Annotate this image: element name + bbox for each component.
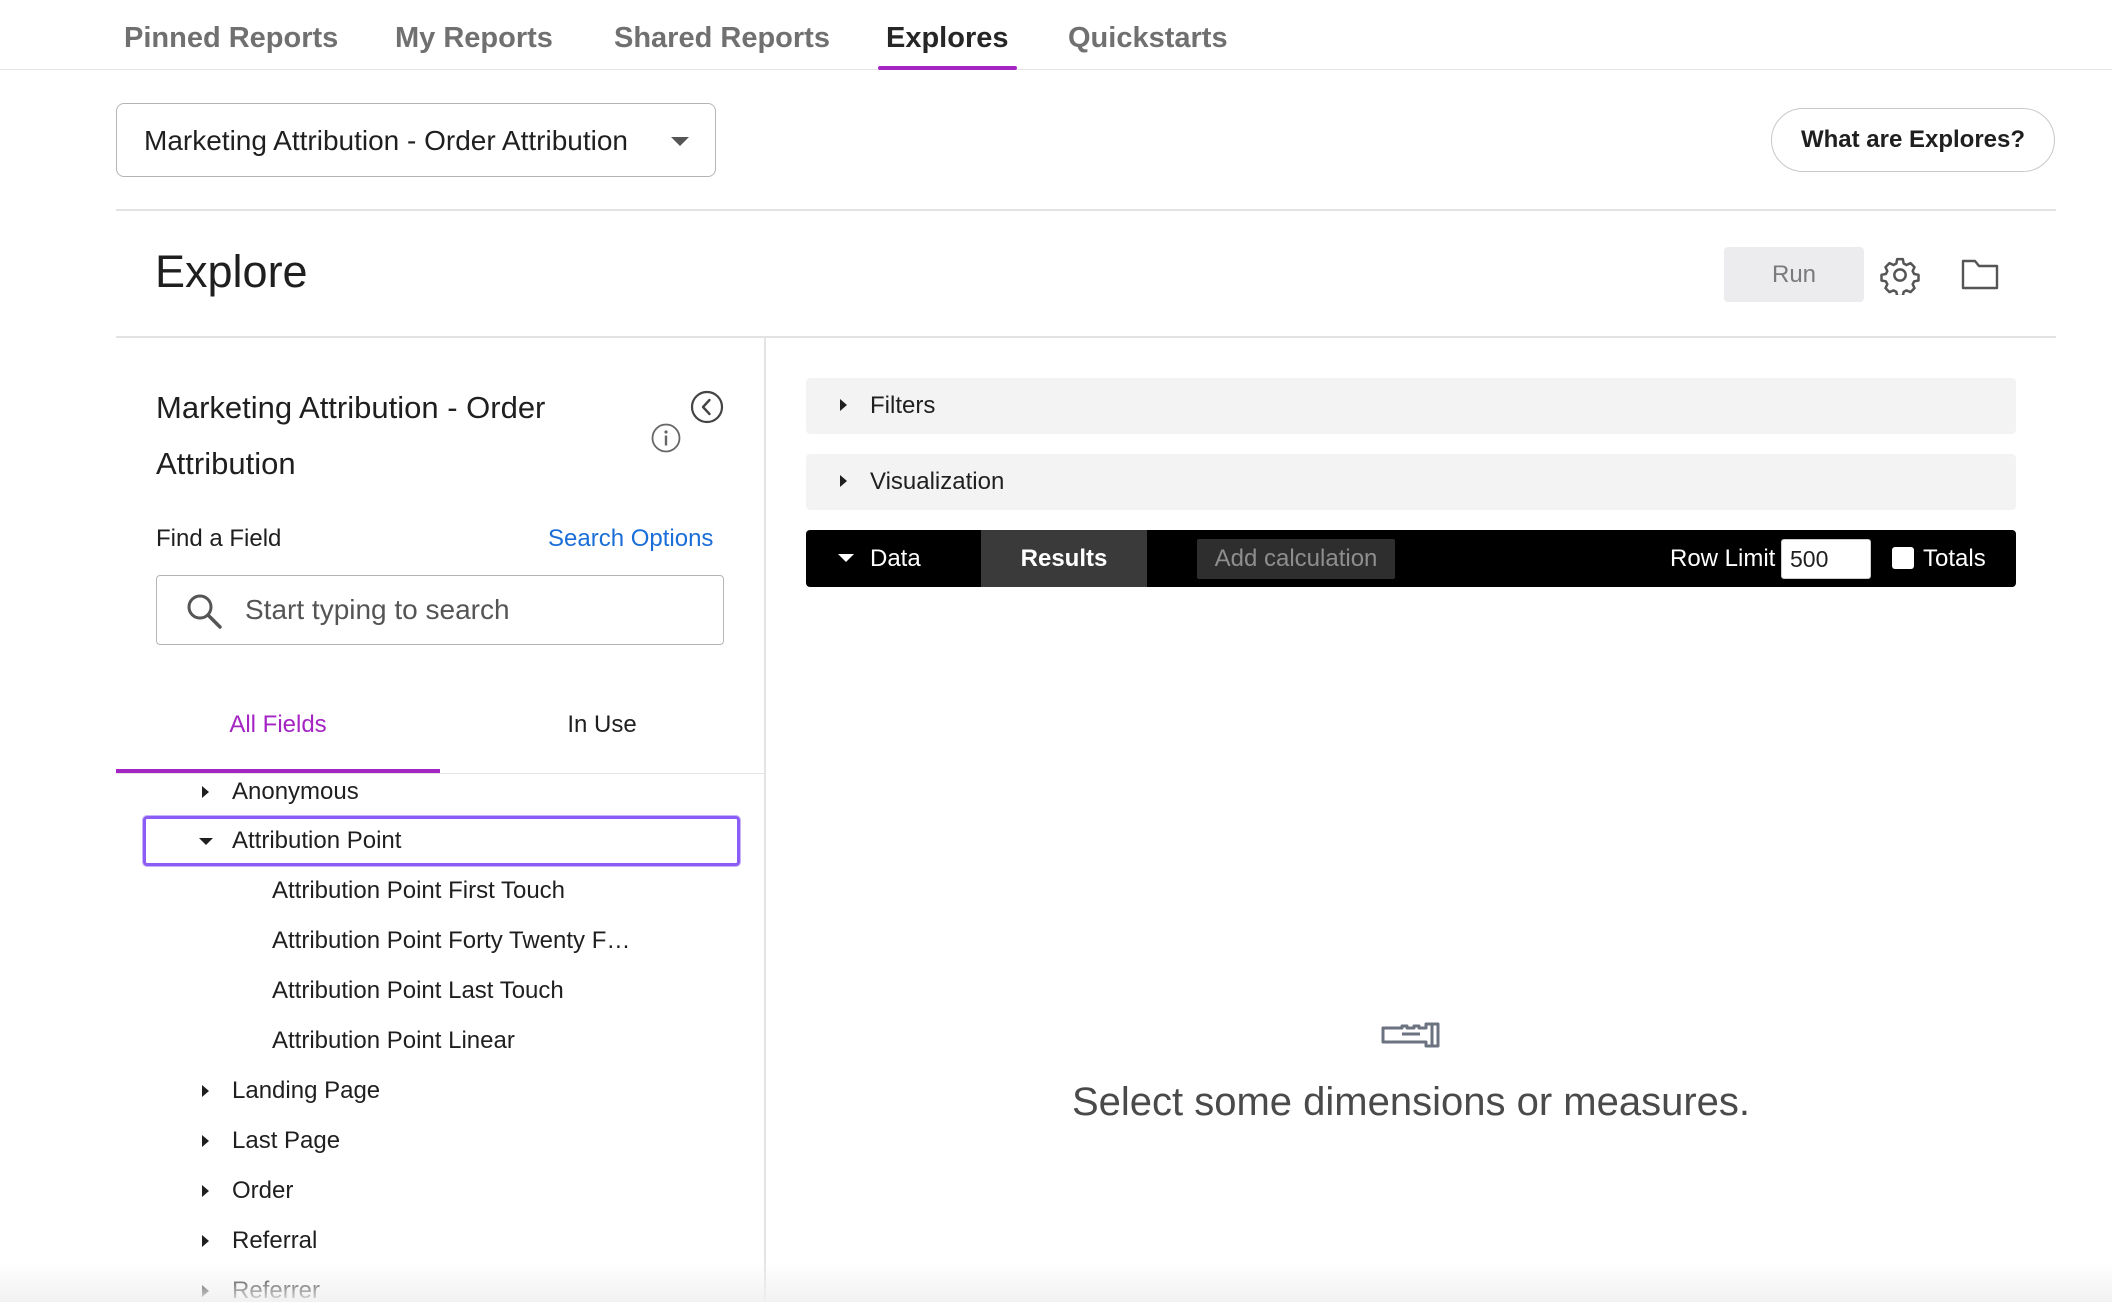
results-tab[interactable]: Results xyxy=(981,530,1147,587)
tree-group-label: Landing Page xyxy=(232,1077,381,1104)
data-toolbar: Data Results Add calculation Row Limit T… xyxy=(806,530,2016,587)
tab-shared-reports[interactable]: Shared Reports xyxy=(614,18,830,70)
tab-all-fields[interactable]: All Fields xyxy=(116,700,440,774)
caret-right-icon xyxy=(202,786,209,798)
search-icon xyxy=(187,594,222,629)
tab-explores[interactable]: Explores xyxy=(878,18,1016,70)
search-options-link[interactable]: Search Options xyxy=(548,525,713,553)
tab-my-reports[interactable]: My Reports xyxy=(395,18,553,70)
tree-group-anonymous[interactable]: Anonymous xyxy=(202,772,359,812)
tab-quickstarts[interactable]: Quickstarts xyxy=(1068,18,1228,70)
caret-right-icon xyxy=(840,399,847,411)
totals-label: Totals xyxy=(1923,545,1986,572)
tree-group-referrer[interactable]: Referrer xyxy=(202,1271,321,1302)
data-section-toggle[interactable]: Data xyxy=(870,530,921,587)
tree-field[interactable]: Attribution Point Last Touch xyxy=(272,971,564,1011)
binoculars-icon xyxy=(1381,1022,1440,1048)
caret-down-icon xyxy=(199,838,213,845)
run-button[interactable]: Run xyxy=(1724,247,1864,302)
tree-field[interactable]: Attribution Point Forty Twenty F… xyxy=(272,921,630,961)
filters-section[interactable]: Filters xyxy=(806,378,2016,434)
caret-right-icon xyxy=(840,475,847,487)
info-icon[interactable] xyxy=(650,422,682,454)
tab-pinned-reports[interactable]: Pinned Reports xyxy=(124,18,338,70)
tree-field[interactable]: Attribution Point First Touch xyxy=(272,871,565,911)
empty-state-message: Select some dimensions or measures. xyxy=(1071,1080,1751,1124)
tree-group-label: Referrer xyxy=(232,1277,321,1302)
tree-group-referral[interactable]: Referral xyxy=(202,1221,318,1261)
find-field-label: Find a Field xyxy=(156,525,282,552)
caret-right-icon xyxy=(202,1185,209,1197)
explore-select-value: Marketing Attribution - Order Attributio… xyxy=(144,125,628,156)
field-search-box xyxy=(156,575,724,645)
tree-group-order[interactable]: Order xyxy=(202,1171,294,1211)
tree-group-label: Anonymous xyxy=(232,778,359,805)
tree-group-label: Order xyxy=(232,1177,294,1204)
tree-group-last-page[interactable]: Last Page xyxy=(202,1121,341,1161)
divider xyxy=(116,773,764,774)
visualization-label: Visualization xyxy=(870,468,1005,495)
add-calculation-button[interactable]: Add calculation xyxy=(1197,539,1395,579)
totals-checkbox[interactable] xyxy=(1892,547,1914,569)
page-title: Explore xyxy=(155,246,308,297)
tree-group-attribution-point[interactable]: Attribution Point xyxy=(199,821,402,861)
explore-select[interactable]: Marketing Attribution - Order Attributio… xyxy=(116,103,716,177)
row-limit-input[interactable] xyxy=(1781,539,1871,579)
tab-in-use[interactable]: In Use xyxy=(440,700,764,774)
panel-divider xyxy=(764,338,766,1302)
gear-icon[interactable] xyxy=(1880,255,1920,295)
filters-label: Filters xyxy=(870,392,936,419)
tree-group-label: Attribution Point xyxy=(232,827,402,854)
top-nav: Pinned Reports My Reports Shared Reports… xyxy=(0,0,2112,70)
row-limit-label: Row Limit xyxy=(1670,545,1776,572)
divider xyxy=(116,336,2056,338)
chevron-down-icon xyxy=(671,137,689,146)
what-are-explores-button[interactable]: What are Explores? xyxy=(1771,108,2055,172)
visualization-section[interactable]: Visualization xyxy=(806,454,2016,510)
caret-down-icon[interactable] xyxy=(838,554,854,562)
caret-right-icon xyxy=(202,1235,209,1247)
tree-group-label: Last Page xyxy=(232,1127,341,1154)
tree-group-label: Referral xyxy=(232,1227,318,1254)
caret-right-icon xyxy=(202,1085,209,1097)
divider xyxy=(116,209,2056,211)
field-search-input[interactable] xyxy=(245,588,705,632)
tree-group-landing-page[interactable]: Landing Page xyxy=(202,1071,381,1111)
caret-right-icon xyxy=(202,1285,209,1297)
folder-icon[interactable] xyxy=(1960,256,2000,292)
caret-right-icon xyxy=(202,1135,209,1147)
field-panel-title: Marketing Attribution - Order Attributio… xyxy=(156,390,546,481)
collapse-panel-icon[interactable] xyxy=(690,390,724,424)
tree-field[interactable]: Attribution Point Linear xyxy=(272,1021,515,1061)
